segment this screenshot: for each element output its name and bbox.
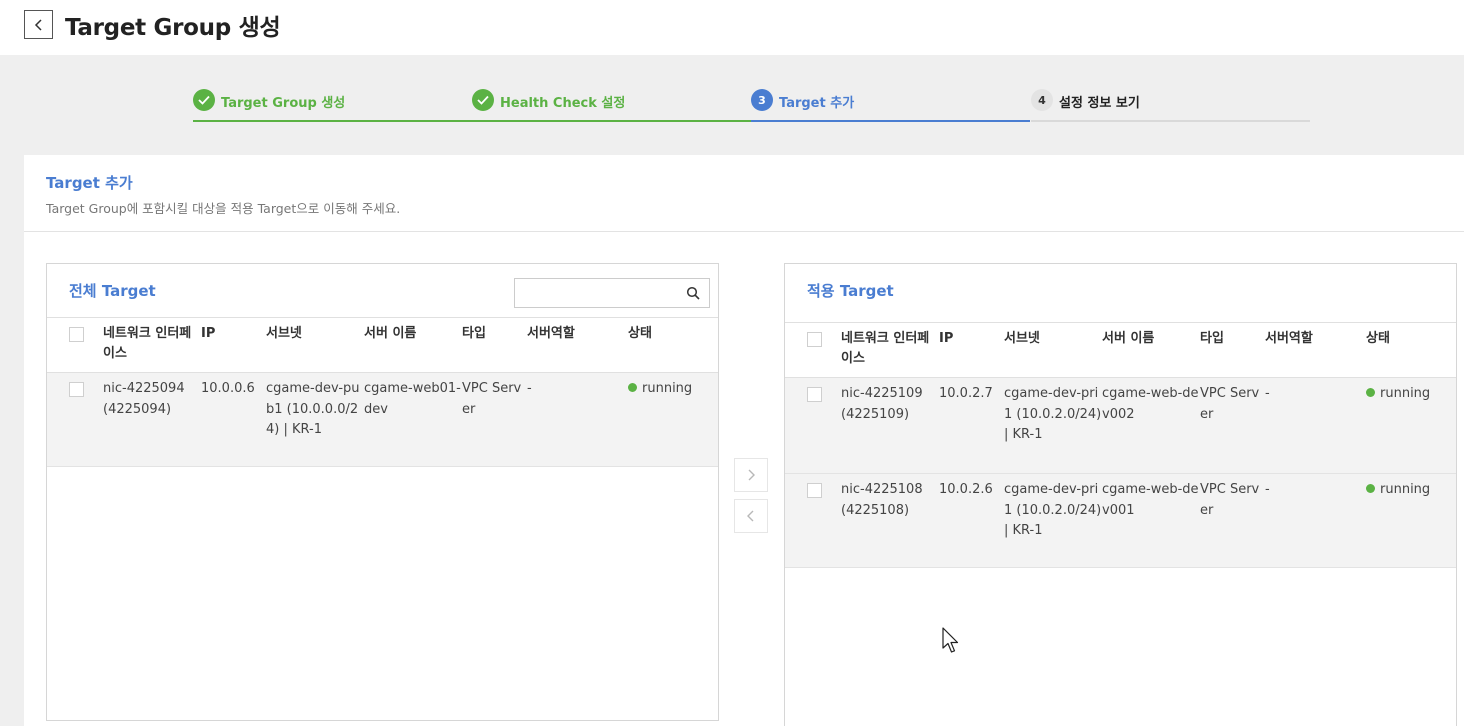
nic-cell: nic-4225108 (4225108) [841,473,939,568]
status-text: running [642,381,693,396]
column-header: 네트워크 인터페이스 [103,317,201,373]
mouse-cursor-icon [942,627,959,653]
row-checkbox[interactable] [807,387,822,402]
chevron-left-icon [747,510,754,522]
panel-title: 적용 Target [807,282,894,300]
move-to-applied-button[interactable] [734,458,768,492]
status-text: running [1380,386,1431,401]
status-dot-icon [1366,484,1375,493]
column-header: 타입 [462,317,527,373]
ip-cell: 10.0.2.6 [939,473,1004,568]
column-header: 서버역할 [527,317,628,373]
step-label: Target 추가 [779,96,855,111]
column-header: IP [939,322,1004,378]
column-header: 상태 [628,317,718,373]
role-cell: - [1265,473,1366,568]
content-card: Target 추가 Target Group에 포함시킬 대상을 적용 Targ… [24,155,1464,726]
status-dot-icon [1366,388,1375,397]
type-cell: VPC Server [1200,473,1265,568]
table-row[interactable]: nic-4225108 (4225108) 10.0.2.6 cgame-dev… [785,473,1456,568]
nic-cell: nic-4225094 (4225094) [103,372,201,467]
server-name-cell: cgame-web-dev001 [1102,473,1200,568]
type-cell: VPC Server [1200,377,1265,474]
nic-cell: nic-4225109 (4225109) [841,377,939,474]
top-bar: Target Group 생성 [0,0,1464,55]
ip-cell: 10.0.2.7 [939,377,1004,474]
check-icon [193,89,215,111]
step-target-add: 3 Target 추가 [751,86,1030,122]
step-label: Health Check 설정 [500,96,626,111]
panel-title: 전체 Target [69,282,156,300]
column-header: 서브넷 [1004,322,1102,378]
column-header: 서버 이름 [1102,322,1200,378]
column-header: IP [201,317,266,373]
section-description: Target Group에 포함시킬 대상을 적용 Target으로 이동해 주… [46,201,401,216]
status-cell: running [1366,473,1456,568]
select-all-checkbox[interactable] [69,327,84,342]
step-number: 3 [751,89,773,111]
column-header: 상태 [1366,322,1456,378]
table-header-row: 네트워크 인터페이스 IP 서브넷 서버 이름 타입 서버역할 상태 [785,322,1456,378]
section-title: Target 추가 [46,174,133,192]
status-dot-icon [628,383,637,392]
divider [24,231,1464,232]
select-all-checkbox[interactable] [807,332,822,347]
step-label: 설정 정보 보기 [1059,96,1140,111]
step-health-check: Health Check 설정 [472,86,751,122]
server-name-cell: cgame-web01-dev [364,372,462,467]
subnet-cell: cgame-dev-pub1 (10.0.0.0/24) | KR-1 [266,372,364,467]
step-target-group-create: Target Group 생성 [193,86,472,122]
stepper: Target Group 생성 Health Check 설정 3 Target… [193,86,1310,122]
all-targets-panel: 전체 Target 네트워크 인터페이스 IP 서브넷 서버 이름 타입 서버역… [46,263,719,721]
back-button[interactable] [24,10,53,39]
row-checkbox[interactable] [69,382,84,397]
subnet-cell: cgame-dev-pri1 (10.0.2.0/24) | KR-1 [1004,377,1102,474]
step-label: Target Group 생성 [221,96,346,111]
subnet-cell: cgame-dev-pri1 (10.0.2.0/24) | KR-1 [1004,473,1102,568]
page-title: Target Group 생성 [65,15,281,41]
search-box [514,278,710,308]
table-row[interactable]: nic-4225109 (4225109) 10.0.2.7 cgame-dev… [785,377,1456,474]
applied-targets-panel: 적용 Target 네트워크 인터페이스 IP 서브넷 서버 이름 타입 서버역… [784,263,1457,726]
search-input[interactable] [515,279,681,307]
table-header-row: 네트워크 인터페이스 IP 서브넷 서버 이름 타입 서버역할 상태 [47,317,718,373]
status-text: running [1380,482,1431,497]
step-review: 4 설정 정보 보기 [1031,86,1310,122]
column-header: 네트워크 인터페이스 [841,322,939,378]
type-cell: VPC Server [462,372,527,467]
all-targets-table: 네트워크 인터페이스 IP 서브넷 서버 이름 타입 서버역할 상태 nic-4… [47,317,718,467]
applied-targets-table: 네트워크 인터페이스 IP 서브넷 서버 이름 타입 서버역할 상태 nic-4… [785,322,1456,568]
column-header: 서버역할 [1265,322,1366,378]
row-checkbox[interactable] [807,483,822,498]
role-cell: - [527,372,628,467]
role-cell: - [1265,377,1366,474]
step-number: 4 [1031,89,1053,111]
column-header: 서버 이름 [364,317,462,373]
search-icon[interactable] [686,286,700,300]
column-header: 타입 [1200,322,1265,378]
chevron-left-icon [34,18,42,31]
move-to-all-button[interactable] [734,499,768,533]
server-name-cell: cgame-web-dev002 [1102,377,1200,474]
status-cell: running [628,372,718,467]
check-icon [472,89,494,111]
column-header: 서브넷 [266,317,364,373]
ip-cell: 10.0.0.6 [201,372,266,467]
table-row[interactable]: nic-4225094 (4225094) 10.0.0.6 cgame-dev… [47,372,718,467]
chevron-right-icon [748,469,755,481]
status-cell: running [1366,377,1456,474]
